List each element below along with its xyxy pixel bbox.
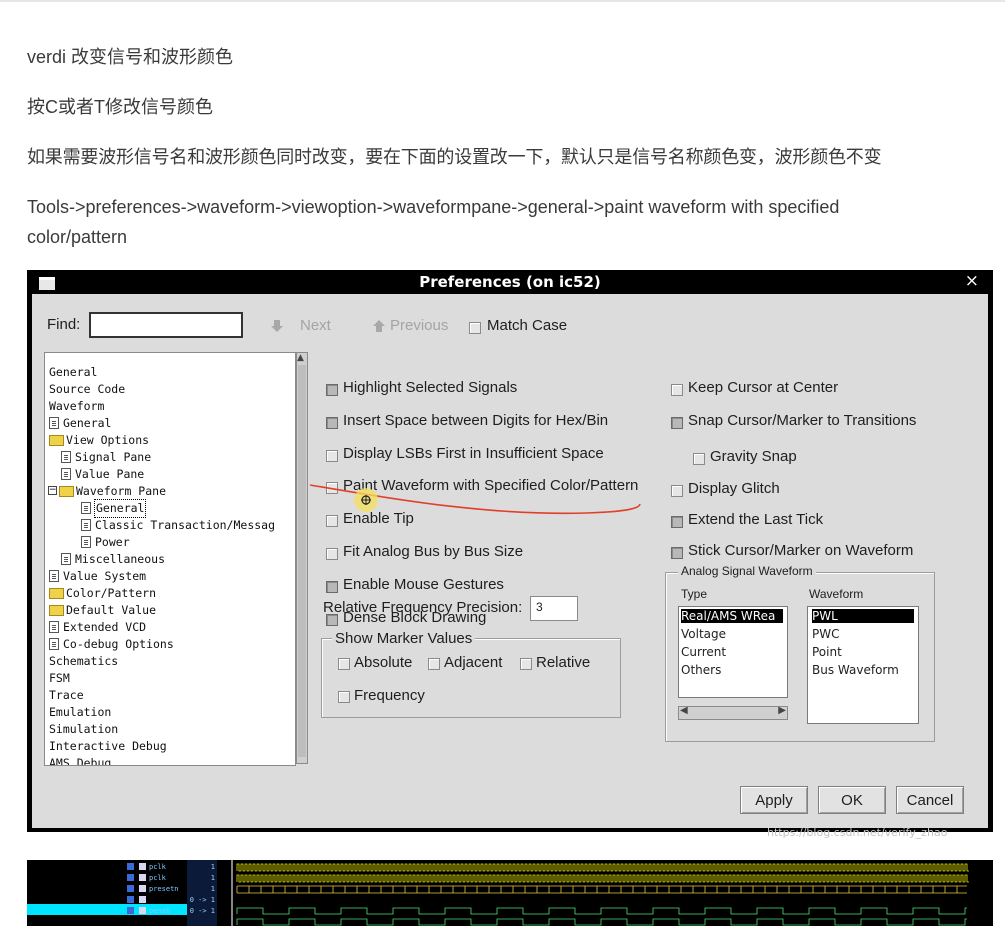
article-line-4b: color/pattern [27, 227, 128, 247]
signal-type-icon [139, 907, 146, 914]
signal-name: pclk [149, 863, 167, 871]
signal-icon [127, 885, 134, 892]
signal-name: penab [149, 907, 170, 915]
article-line-2: 按C或者T修改信号颜色 [27, 97, 213, 117]
red-underline-annotation [309, 484, 641, 515]
signal-name: pclk [149, 874, 167, 882]
signal-value: 0 -> 1 [190, 907, 215, 915]
preferences-dialog-screenshot: Preferences (on ic52) × Find: Next Previ… [27, 270, 993, 839]
signal-value: 1 [211, 874, 215, 882]
signal-name: presetn [149, 885, 179, 893]
signal-icon [127, 896, 134, 903]
article-line-1: verdi 改变信号和波形颜色 [27, 47, 234, 67]
mouse-cursor-icon [361, 495, 371, 505]
bus-waveform [236, 885, 967, 894]
article-line-4a: Tools->preferences->waveform->viewoption… [27, 197, 840, 217]
signal-type-icon [139, 896, 146, 903]
signal-icon [127, 863, 134, 870]
waveform-viewer-strip: pclk 1 pclk 1 presetn 1 psel 0 -> 1 penab 0 -> 1 [27, 860, 993, 926]
signal-value: 1 [211, 863, 215, 871]
signal-type-icon [139, 874, 146, 881]
waveform-canvas: pclk 1 pclk 1 presetn 1 psel 0 -> 1 penab 0 -> 1 [27, 860, 969, 926]
signal-name: psel [149, 896, 166, 904]
article-line-3: 如果需要波形信号名和波形颜色同时改变，要在下面的设置改一下，默认只是信号名称颜色… [27, 147, 882, 167]
top-divider [0, 0, 1005, 2]
signal-icon [127, 874, 134, 881]
control-waveforms [236, 907, 967, 926]
clock-waveforms [236, 863, 969, 883]
signal-type-icon [139, 885, 146, 892]
signal-icon [127, 907, 134, 914]
signal-value: 0 -> 1 [190, 896, 215, 904]
signal-value: 1 [211, 885, 215, 893]
signal-type-icon [139, 863, 146, 870]
